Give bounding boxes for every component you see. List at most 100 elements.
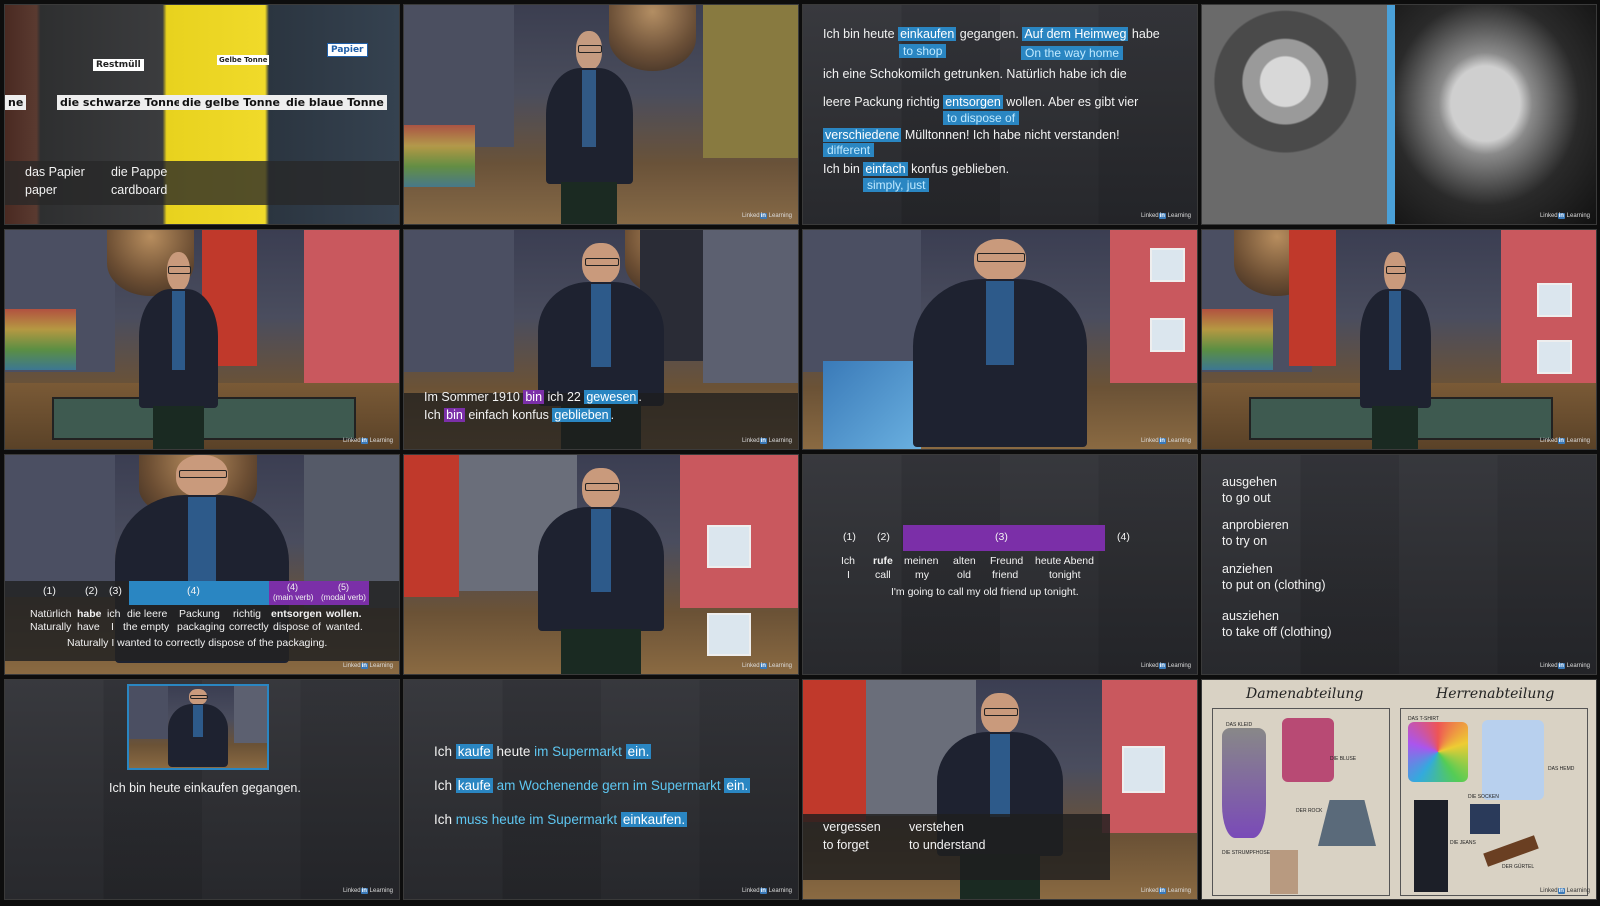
en-2: I (111, 621, 114, 633)
divider (1387, 5, 1396, 224)
bin-tag-papier: Papier (327, 43, 368, 57)
sv-sentence-1: Ich kaufe heute im Supermarkt ein. (434, 744, 652, 759)
en-1: have (77, 621, 100, 633)
caption-line-2: Ich bin einfach konfus geblieben. (424, 408, 615, 422)
dress-icon (1222, 728, 1266, 838)
wo-en-0: I (847, 569, 850, 581)
man-portrait-photo (1395, 5, 1596, 224)
linkedin-learning-logo: Linkedin Learning (1539, 213, 1590, 219)
wo-de-0: Ich (841, 555, 856, 567)
vocab-en-1: cardboard (111, 183, 168, 197)
wo-en-2: my (915, 569, 929, 581)
verb-en-0: to go out (1222, 491, 1271, 505)
bin-label-0: ne (5, 95, 27, 110)
linkedin-learning-logo: Linkedin Learning (741, 663, 792, 669)
num-4: (4) (187, 585, 200, 597)
tights-icon (1270, 850, 1298, 894)
num-5: (5) (338, 582, 349, 592)
pip-caption: Ich bin heute einkaufen gegangen. (109, 781, 301, 795)
en-0: Naturally (30, 621, 72, 633)
thumbnail-presenter-wide[interactable]: Linkedin Learning (4, 229, 400, 450)
en-4: packaging (177, 621, 225, 633)
thumbnail-separable-verbs[interactable]: Ich kaufe heute im Supermarkt ein. Ich k… (403, 679, 799, 900)
wo-en-1: call (875, 569, 891, 581)
verb-de-3: ausziehen (1222, 609, 1279, 623)
de-4: Packung (179, 608, 220, 620)
story-line-2: ich eine Schokomilch getrunken. Natürlic… (823, 67, 1127, 81)
label-jeans: DIE JEANS (1450, 840, 1476, 846)
thumbnail-presenter-blurred[interactable]: Linkedin Learning (403, 4, 799, 225)
jeans-icon (1414, 800, 1448, 892)
wo-num-1: (1) (843, 531, 856, 543)
thumbnail-presenter-mid[interactable]: Linkedin Learning (403, 454, 799, 675)
socks-icon (1470, 804, 1500, 834)
blouse-icon (1282, 718, 1334, 782)
verb-de-0: ausgehen (1222, 475, 1277, 489)
thumbnail-waste-bins[interactable]: Restmüll Gelbe Tonne Papier ne die schwa… (4, 4, 400, 225)
thumbnail-story-text[interactable]: Ich bin heute einkaufen gegangen. Auf de… (802, 4, 1198, 225)
verb-en-1: to try on (1222, 534, 1268, 548)
wo-en-5: tonight (1049, 569, 1081, 581)
bin-label-black: die schwarze Tonne (57, 95, 185, 110)
vocab-en-0: paper (25, 183, 57, 197)
linkedin-learning-logo: Linkedin Learning (1539, 888, 1590, 894)
thumbnail-grid: Restmüll Gelbe Tonne Papier ne die schwa… (4, 4, 1597, 902)
wo-sentence: I'm going to call my old friend up tonig… (891, 586, 1079, 598)
de-5: richtig (233, 608, 262, 620)
en-7: wanted. (326, 621, 363, 633)
gloss-to-shop: to shop (899, 44, 947, 58)
note-main-verb: (main verb) (273, 593, 314, 602)
woman-telephone-photo (1202, 5, 1388, 224)
shirt-icon (1482, 720, 1544, 800)
label-strumpfhose: DIE STRUMPFHOSE (1222, 850, 1271, 856)
presenter (545, 31, 633, 224)
verb-de-2: anziehen (1222, 562, 1273, 576)
tshirt-icon (1408, 722, 1468, 782)
bin-tag-restmuell: Restmüll (93, 59, 144, 71)
wo-num-4: (4) (1117, 531, 1130, 543)
wo-num-2: (2) (877, 531, 890, 543)
thumbnail-presenter-closeup[interactable]: Linkedin Learning (802, 229, 1198, 450)
thumbnail-word-order[interactable]: (1) (2) (3) (4) Ich rufe meinen alten Fr… (802, 454, 1198, 675)
presenter (537, 468, 665, 674)
thumbnail-presenter-caption[interactable]: Im Sommer 1910 bin ich 22 gewesen. Ich b… (403, 229, 799, 450)
thumbnail-picture-in-picture[interactable]: Ich bin heute einkaufen gegangen. Linked… (4, 679, 400, 900)
gloss-different: different (823, 143, 875, 157)
linkedin-learning-logo: Linkedin Learning (1140, 438, 1191, 444)
num-1: (1) (43, 585, 56, 597)
v2-de-1: verstehen (909, 820, 964, 834)
thumbnail-presenter-wide-2[interactable]: Linkedin Learning (1201, 229, 1597, 450)
bin-label-yellow: die gelbe Tonne (179, 95, 283, 110)
de-7: wollen. (326, 608, 362, 620)
linkedin-learning-logo: Linkedin Learning (342, 438, 393, 444)
en-3: the empty (123, 621, 170, 633)
linkedin-learning-logo: Linkedin Learning (741, 888, 792, 894)
linkedin-learning-logo: Linkedin Learning (1140, 663, 1191, 669)
gloss-dispose: to dispose of (943, 111, 1020, 125)
thumbnail-sentence-breakdown[interactable]: (1) (2) (3) (4) (4) (main verb) (5) (mod… (4, 454, 400, 675)
en-6: dispose of (273, 621, 321, 633)
wo-de-1: rufe (873, 555, 893, 567)
de-2: ich (107, 608, 121, 620)
story-line-5: Ich bin einfach konfus geblieben. (823, 162, 1010, 176)
wo-en-4: friend (992, 569, 1019, 581)
story-line-1: Ich bin heute einkaufen gegangen. Auf de… (823, 27, 1160, 41)
thumbnail-vintage-photos[interactable]: Linkedin Learning (1201, 4, 1597, 225)
label-tshirt: DAS T-SHIRT (1408, 716, 1439, 722)
v2-de-0: vergessen (823, 820, 881, 834)
de-6: entsorgen (271, 608, 322, 620)
vocab-de-1: die Pappe (111, 165, 168, 179)
linkedin-learning-logo: Linkedin Learning (1539, 663, 1590, 669)
thumbnail-clothing-chart[interactable]: Damenabteilung Herrenabteilung DAS KLEID… (1201, 679, 1597, 900)
de-1: habe (77, 608, 102, 620)
num-3: (3) (109, 585, 122, 597)
label-hemd: DAS HEMD (1548, 766, 1575, 772)
thumbnail-presenter-vocab[interactable]: vergessen to forget verstehen to underst… (802, 679, 1198, 900)
gloss-way-home: On the way home (1021, 46, 1124, 60)
v2-en-0: to forget (823, 838, 869, 852)
vocab-de-0: das Papier (25, 165, 85, 179)
sentence-translation: Naturally I wanted to correctly dispose … (67, 637, 328, 649)
thumbnail-verb-list[interactable]: ausgehen to go out anprobieren to try on… (1201, 454, 1597, 675)
caption-line-1: Im Sommer 1910 bin ich 22 gewesen. (424, 390, 642, 404)
wo-de-5: heute Abend (1035, 555, 1094, 567)
